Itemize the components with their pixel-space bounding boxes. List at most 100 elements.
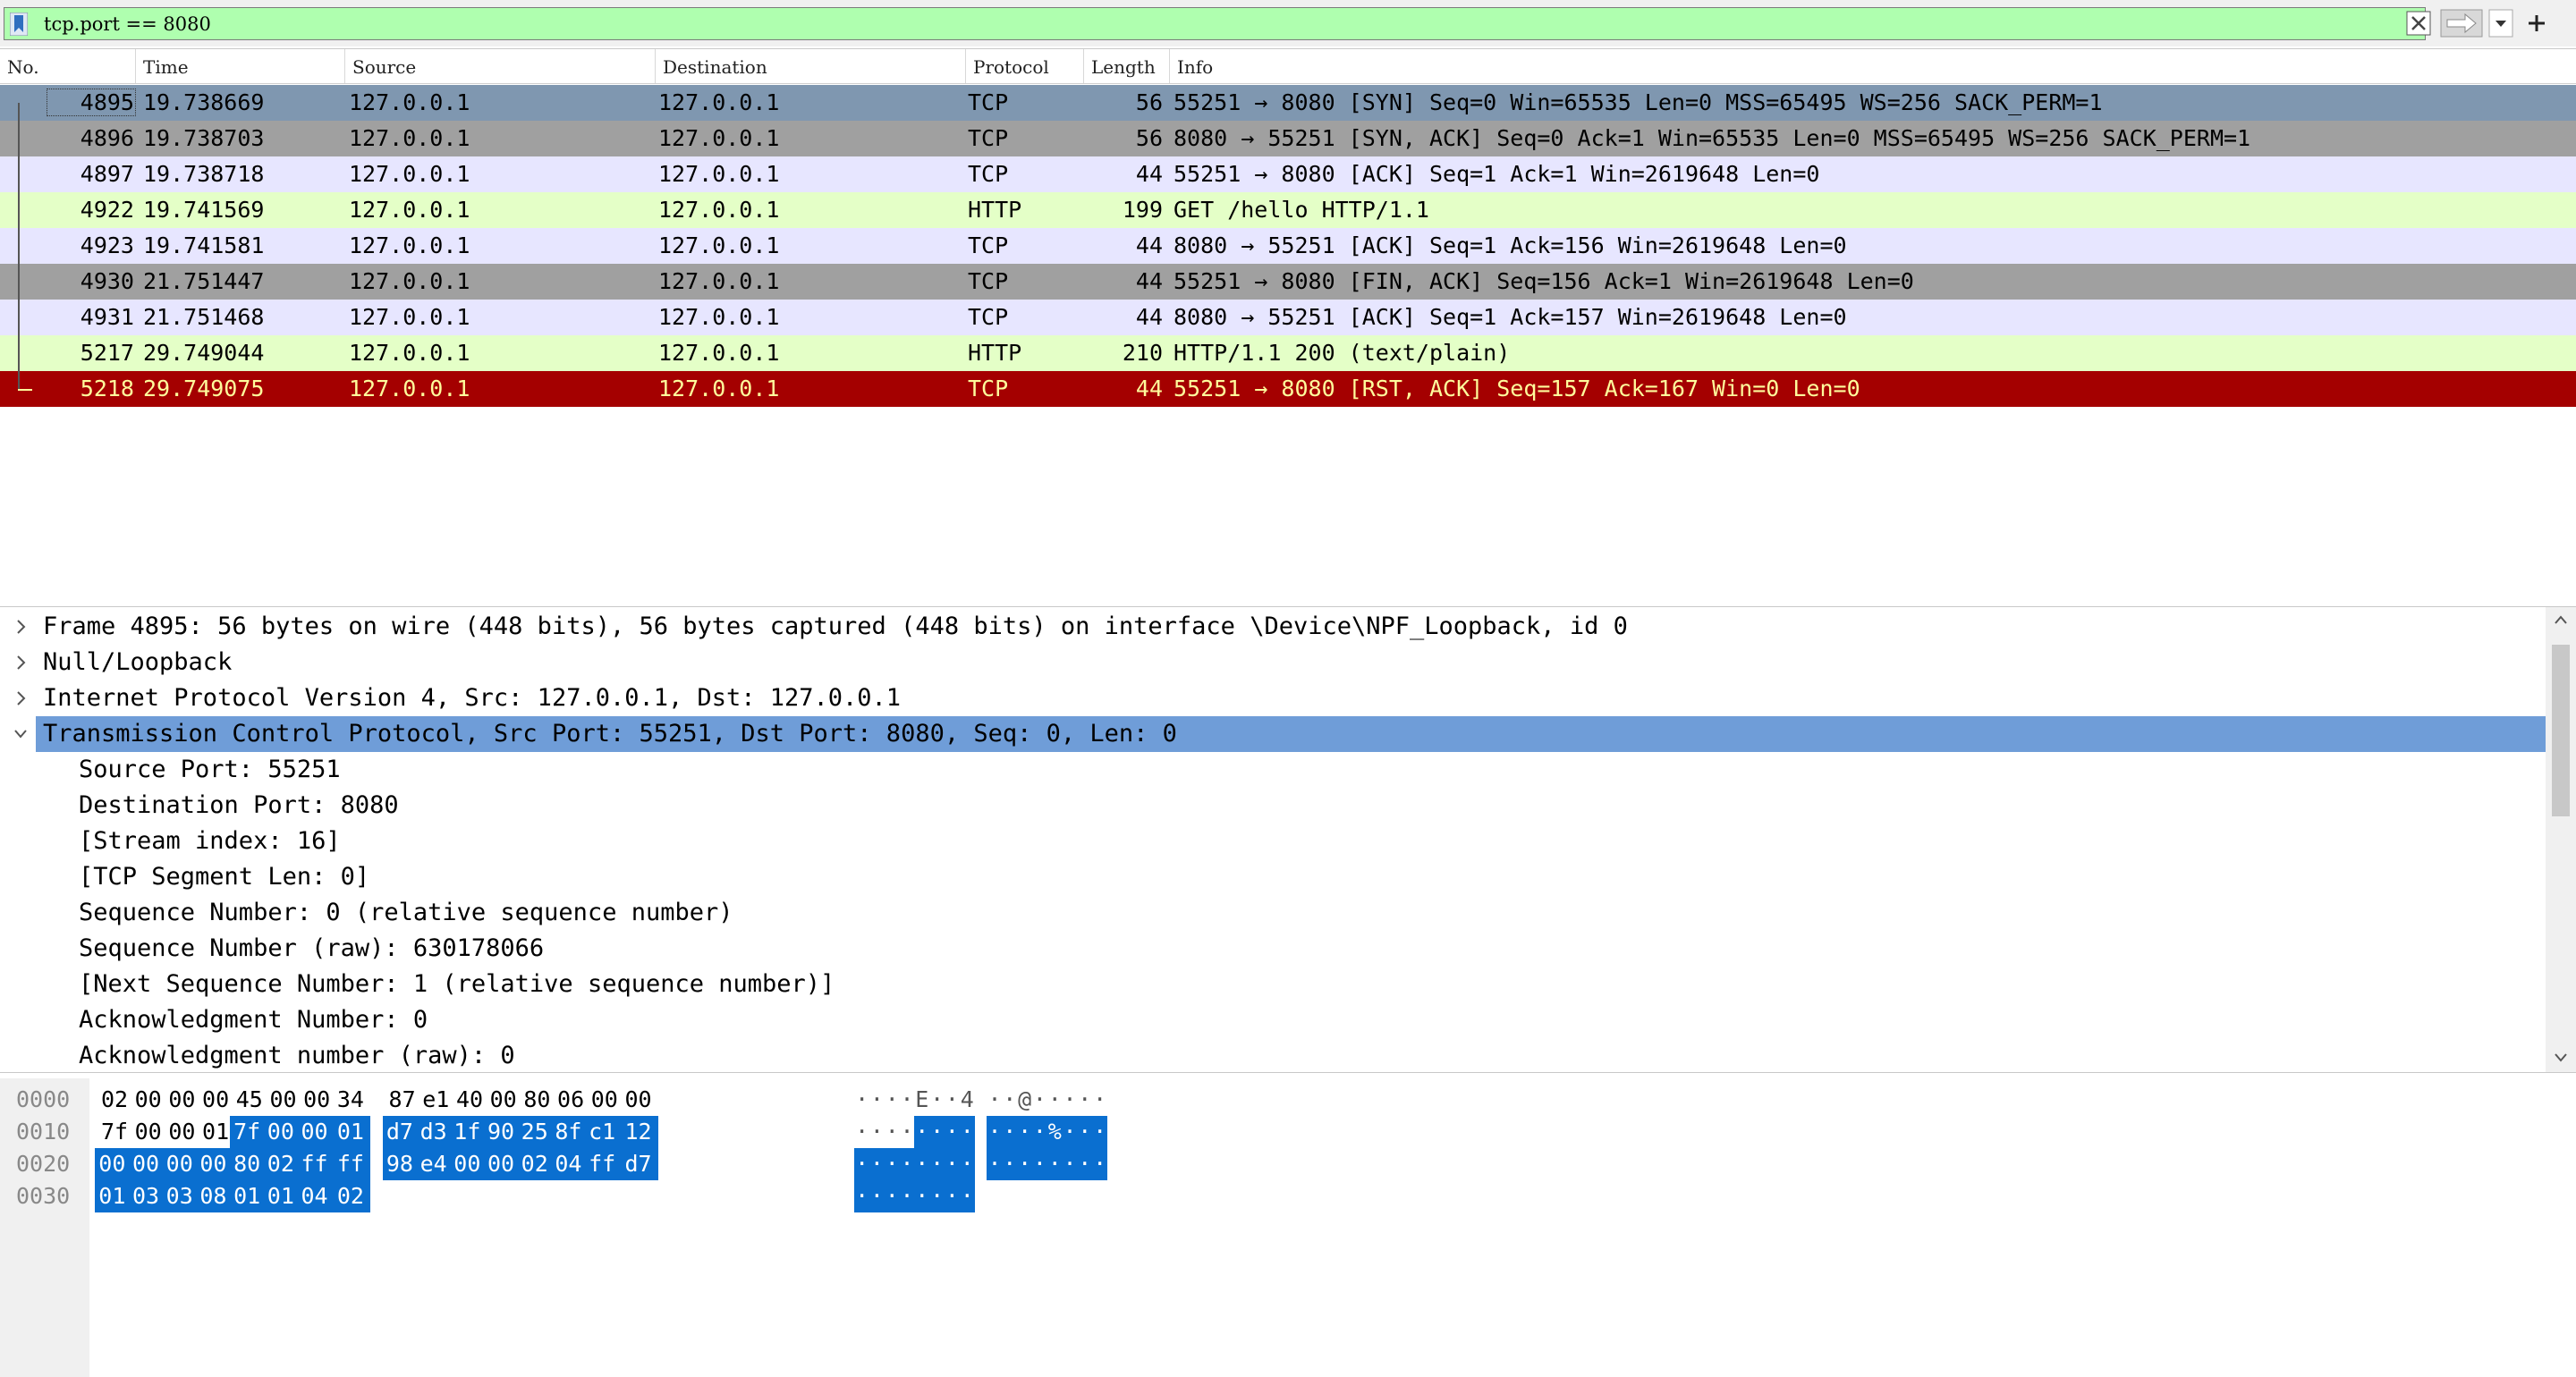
chevron-right-icon[interactable] — [11, 645, 30, 680]
hex-byte[interactable]: 02 — [517, 1148, 553, 1180]
ascii-byte[interactable]: E — [914, 1084, 929, 1116]
hex-byte[interactable]: 12 — [618, 1116, 658, 1148]
ascii-byte[interactable]: · — [854, 1084, 869, 1116]
ascii-byte[interactable]: · — [869, 1180, 886, 1212]
hex-byte[interactable]: 90 — [483, 1116, 519, 1148]
ascii-byte[interactable]: · — [899, 1116, 914, 1148]
clear-filter-icon[interactable] — [2406, 11, 2431, 36]
hex-byte[interactable]: 00 — [162, 1148, 198, 1180]
ascii-byte[interactable]: · — [944, 1116, 961, 1148]
ascii-byte[interactable]: · — [899, 1084, 914, 1116]
ascii-byte[interactable]: · — [929, 1116, 945, 1148]
scroll-up-icon[interactable] — [2546, 607, 2576, 634]
tree-field[interactable]: Source Port: 55251 — [0, 752, 2546, 788]
hex-byte[interactable]: 00 — [263, 1116, 299, 1148]
packet-row[interactable]: 4922 19.741569 127.0.0.1 127.0.0.1 HTTP 199 GE… — [0, 192, 2576, 228]
ascii-byte[interactable]: · — [885, 1116, 900, 1148]
ascii-byte[interactable]: · — [1062, 1148, 1078, 1180]
ascii-byte[interactable]: · — [1002, 1084, 1017, 1116]
hex-byte[interactable]: 03 — [128, 1180, 164, 1212]
ascii-byte[interactable]: · — [929, 1084, 945, 1116]
packet-row[interactable]: 5217 29.749044 127.0.0.1 127.0.0.1 HTTP 210 HT… — [0, 335, 2576, 371]
hex-byte[interactable]: 00 — [128, 1148, 164, 1180]
ascii-byte[interactable]: · — [1092, 1116, 1108, 1148]
hex-byte[interactable]: 34 — [331, 1084, 370, 1116]
hex-byte[interactable]: 25 — [517, 1116, 553, 1148]
ascii-byte[interactable]: · — [959, 1180, 975, 1212]
ascii-byte[interactable]: · — [987, 1148, 1003, 1180]
ascii-byte[interactable]: · — [944, 1180, 961, 1212]
ascii-byte[interactable]: · — [1092, 1148, 1108, 1180]
packet-row[interactable]: 4896 19.738703 127.0.0.1 127.0.0.1 TCP 56 8080… — [0, 121, 2576, 156]
hex-byte[interactable]: ff — [330, 1148, 370, 1180]
chevron-right-icon[interactable] — [11, 609, 30, 645]
hex-byte[interactable]: 1f — [450, 1116, 485, 1148]
ascii-byte[interactable]: · — [884, 1148, 900, 1180]
ascii-byte[interactable]: · — [929, 1148, 945, 1180]
ascii-byte[interactable]: · — [869, 1084, 885, 1116]
hex-byte[interactable]: d7 — [618, 1148, 658, 1180]
packet-row[interactable]: 5218 29.749075 127.0.0.1 127.0.0.1 TCP 44 5525… — [0, 371, 2576, 407]
column-header-length[interactable]: Length — [1084, 49, 1170, 83]
hex-byte[interactable]: 00 — [297, 1116, 332, 1148]
tree-field[interactable]: Acknowledgment Number: 0 — [0, 1002, 2546, 1038]
ascii-byte[interactable]: 4 — [960, 1084, 975, 1116]
ascii-byte[interactable]: · — [1031, 1116, 1048, 1148]
tree-field[interactable]: Sequence Number (raw): 630178066 — [0, 931, 2546, 967]
hex-byte[interactable]: c1 — [584, 1116, 620, 1148]
hex-byte[interactable]: 00 — [450, 1148, 485, 1180]
column-header-info[interactable]: Info — [1170, 49, 2576, 83]
packet-row[interactable]: 4931 21.751468 127.0.0.1 127.0.0.1 TCP 44 8080… — [0, 300, 2576, 335]
ascii-byte[interactable]: · — [944, 1148, 961, 1180]
ascii-byte[interactable]: · — [914, 1148, 930, 1180]
ascii-byte[interactable]: · — [1062, 1084, 1077, 1116]
hex-byte[interactable]: 01 — [95, 1180, 130, 1212]
hex-byte[interactable]: 08 — [196, 1180, 231, 1212]
scroll-down-icon[interactable] — [2546, 1043, 2576, 1070]
plus-icon[interactable] — [2524, 11, 2549, 36]
display-filter-box[interactable] — [4, 7, 2426, 40]
ascii-byte[interactable]: · — [914, 1180, 930, 1212]
hex-byte[interactable]: 01 — [263, 1180, 299, 1212]
hex-byte[interactable]: 00 — [196, 1148, 231, 1180]
hex-byte[interactable]: 02 — [330, 1180, 370, 1212]
apply-arrow-icon[interactable] — [2440, 9, 2483, 38]
tree-field[interactable]: [Next Sequence Number: 1 (relative seque… — [0, 967, 2546, 1002]
packet-row[interactable]: 4897 19.738718 127.0.0.1 127.0.0.1 TCP 44 5525… — [0, 156, 2576, 192]
ascii-byte[interactable]: · — [1046, 1148, 1063, 1180]
column-header-destination[interactable]: Destination — [656, 49, 966, 83]
ascii-byte[interactable]: · — [1062, 1116, 1078, 1148]
ascii-byte[interactable]: · — [1032, 1084, 1047, 1116]
hex-byte[interactable]: 98 — [382, 1148, 418, 1180]
details-scrollbar[interactable] — [2546, 607, 2576, 1072]
tree-protocol-node[interactable]: Transmission Control Protocol, Src Port:… — [14, 716, 2546, 752]
tree-field[interactable]: Acknowledgment number (raw): 0 — [0, 1038, 2546, 1072]
ascii-byte[interactable]: · — [1047, 1084, 1063, 1116]
ascii-byte[interactable]: · — [959, 1148, 975, 1180]
column-header-time[interactable]: Time — [136, 49, 345, 83]
ascii-byte[interactable]: · — [854, 1180, 870, 1212]
hex-byte[interactable]: 8f — [551, 1116, 586, 1148]
tree-protocol-node[interactable]: Frame 4895: 56 bytes on wire (448 bits),… — [0, 609, 2546, 645]
ascii-byte[interactable]: · — [1031, 1148, 1048, 1180]
hex-byte[interactable]: 04 — [551, 1148, 586, 1180]
ascii-byte[interactable]: · — [869, 1148, 886, 1180]
ascii-byte[interactable]: % — [1046, 1116, 1063, 1148]
ascii-byte[interactable]: @ — [1017, 1084, 1032, 1116]
hex-byte[interactable]: d3 — [416, 1116, 451, 1148]
hex-byte[interactable]: 7f — [229, 1116, 265, 1148]
column-header-protocol[interactable]: Protocol — [966, 49, 1084, 83]
ascii-byte[interactable]: · — [914, 1116, 930, 1148]
tree-field[interactable]: [TCP Segment Len: 0] — [0, 859, 2546, 895]
tree-protocol-node[interactable]: Internet Protocol Version 4, Src: 127.0.… — [0, 680, 2546, 716]
hex-byte[interactable]: 01 — [229, 1180, 265, 1212]
ascii-byte[interactable]: · — [959, 1116, 975, 1148]
hex-byte[interactable]: 00 — [619, 1084, 658, 1116]
hex-byte[interactable]: 00 — [95, 1148, 130, 1180]
ascii-byte[interactable]: · — [945, 1084, 960, 1116]
hex-byte[interactable]: d7 — [382, 1116, 418, 1148]
chevron-down-icon[interactable] — [2488, 9, 2513, 38]
tree-field[interactable]: Destination Port: 8080 — [0, 788, 2546, 824]
ascii-byte[interactable]: · — [1077, 1148, 1093, 1180]
hex-byte[interactable]: ff — [584, 1148, 620, 1180]
